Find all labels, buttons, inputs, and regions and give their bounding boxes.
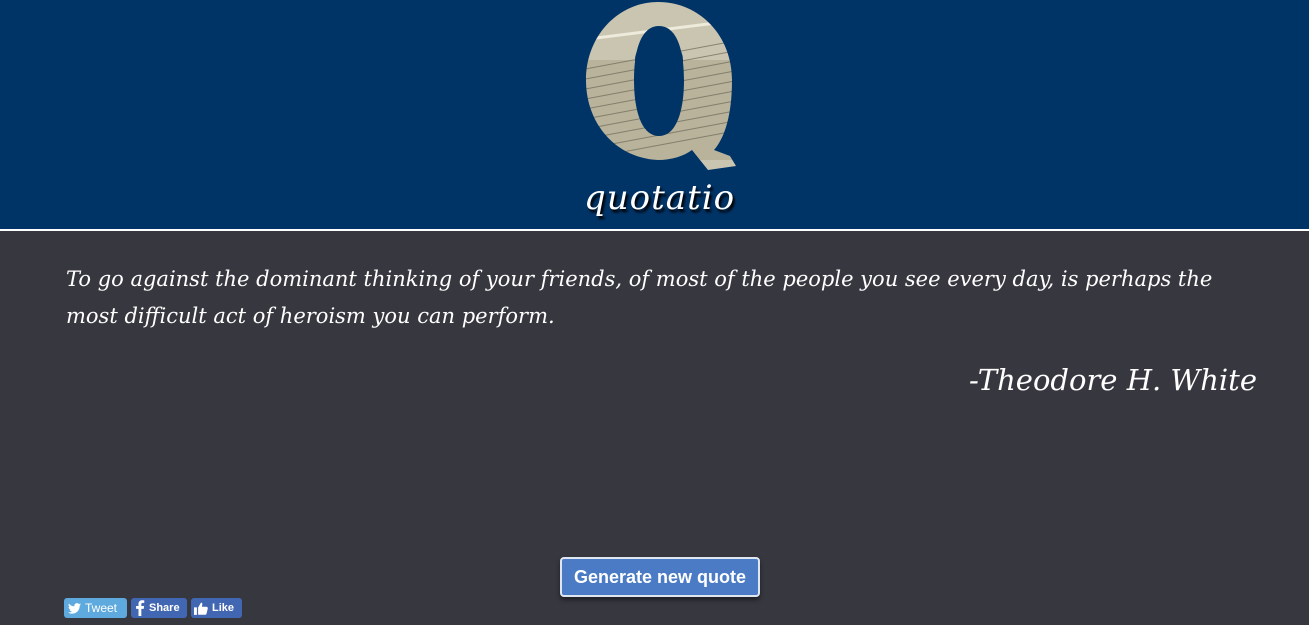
facebook-like-button[interactable]: Like xyxy=(191,598,242,618)
quote-text: To go against the dominant thinking of y… xyxy=(66,267,1213,328)
logo-wordmark: quotatio xyxy=(584,178,736,218)
generate-new-quote-button[interactable]: Generate new quote xyxy=(560,557,760,597)
tweet-button[interactable]: Tweet xyxy=(64,598,127,618)
like-label: Like xyxy=(212,602,235,614)
facebook-icon xyxy=(136,600,145,616)
tweet-label: Tweet xyxy=(85,601,118,615)
twitter-bird-icon xyxy=(68,602,81,614)
share-label: Share xyxy=(149,602,180,614)
quote-area: To go against the dominant thinking of y… xyxy=(0,231,1309,625)
header: quotatio xyxy=(0,0,1309,231)
facebook-share-button[interactable]: Share xyxy=(131,598,187,618)
quote-author: -Theodore H. White xyxy=(969,363,1257,397)
thumbs-up-icon xyxy=(194,602,208,615)
